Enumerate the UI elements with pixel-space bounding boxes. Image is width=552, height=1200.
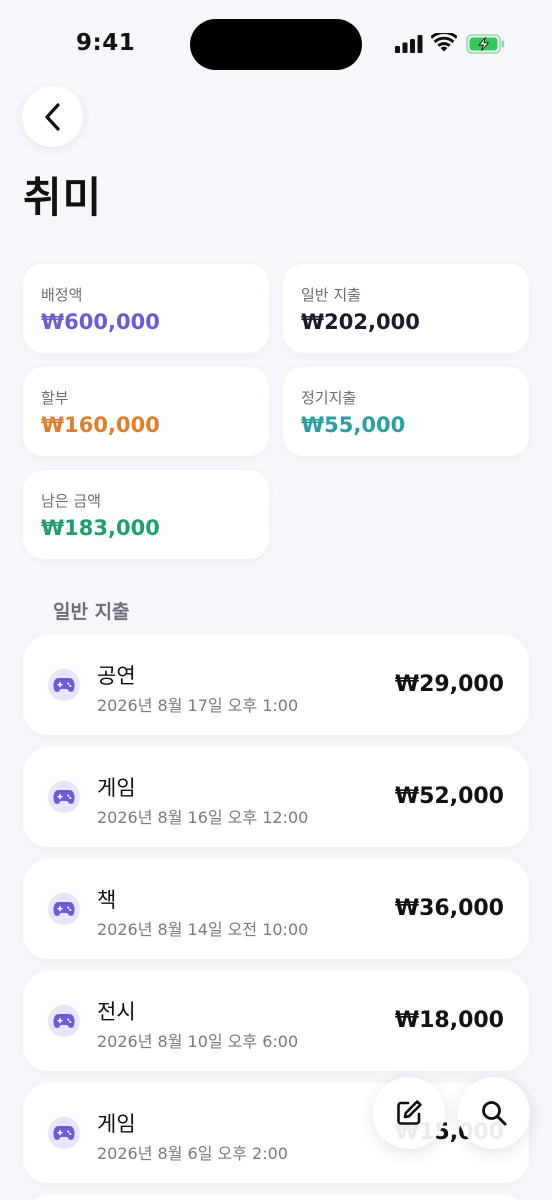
recurring-value: ₩55,000 [301,413,406,437]
transaction-item[interactable]: 공연 2026년 8월 17일 오후 1:00 ₩29,000 [23,635,529,735]
general-spending-value: ₩202,000 [301,310,420,334]
transaction-name: 책 [97,888,117,912]
dynamic-island [190,19,362,70]
transaction-name: 전시 [97,1000,136,1024]
general-spending-label: 일반 지출 [301,286,361,304]
transaction-amount: ₩18,000 [394,1008,504,1033]
status-bar: 9:41 [0,0,552,90]
transaction-name: 공연 [97,664,136,688]
allocated-card: 배정액 ₩600,000 [23,264,269,353]
back-button[interactable] [22,86,83,147]
transaction-name: 게임 [97,1112,136,1136]
edit-button[interactable] [373,1077,445,1149]
installment-value: ₩160,000 [41,413,160,437]
transaction-item[interactable]: 전시 2026년 8월 10일 오후 6:00 ₩18,000 [23,971,529,1071]
transaction-amount: ₩29,000 [394,672,504,697]
transaction-item[interactable] [23,1195,529,1200]
search-button[interactable] [458,1077,530,1149]
general-spending-card: 일반 지출 ₩202,000 [283,264,529,353]
chevron-left-icon [44,102,60,131]
recurring-label: 정기지출 [301,389,357,407]
transaction-amount: ₩36,000 [394,896,504,921]
gamepad-icon [48,669,80,701]
remaining-value: ₩183,000 [41,516,160,540]
transaction-name: 게임 [97,776,136,800]
allocated-value: ₩600,000 [41,310,160,334]
transaction-item[interactable]: 게임 2026년 8월 16일 오후 12:00 ₩52,000 [23,747,529,847]
allocated-label: 배정액 [41,286,83,304]
gamepad-icon [48,893,80,925]
edit-icon [397,1100,422,1125]
cellular-signal-icon [395,35,423,53]
status-time: 9:41 [76,30,136,56]
wifi-icon [431,33,457,52]
transaction-date: 2026년 8월 10일 오후 6:00 [97,1032,299,1051]
gamepad-icon [48,1117,80,1149]
transaction-date: 2026년 8월 17일 오후 1:00 [97,696,299,715]
transaction-amount: ₩52,000 [394,784,504,809]
installment-label: 할부 [41,389,69,407]
remaining-label: 남은 금액 [41,492,101,510]
battery-charging-icon [466,34,505,54]
page-title: 취미 [23,173,103,222]
transaction-date: 2026년 8월 14일 오전 10:00 [97,920,309,939]
transaction-date: 2026년 8월 16일 오후 12:00 [97,808,309,827]
recurring-card: 정기지출 ₩55,000 [283,367,529,456]
search-icon [482,1101,507,1126]
section-title: 일반 지출 [53,601,130,623]
remaining-card: 남은 금액 ₩183,000 [23,470,269,559]
transaction-date: 2026년 8월 6일 오후 2:00 [97,1144,288,1163]
installment-card: 할부 ₩160,000 [23,367,269,456]
transaction-item[interactable]: 책 2026년 8월 14일 오전 10:00 ₩36,000 [23,859,529,959]
gamepad-icon [48,781,80,813]
gamepad-icon [48,1005,80,1037]
transaction-item[interactable]: 게임 2026년 8월 6일 오후 2:00 ₩15,000 [23,1083,529,1183]
